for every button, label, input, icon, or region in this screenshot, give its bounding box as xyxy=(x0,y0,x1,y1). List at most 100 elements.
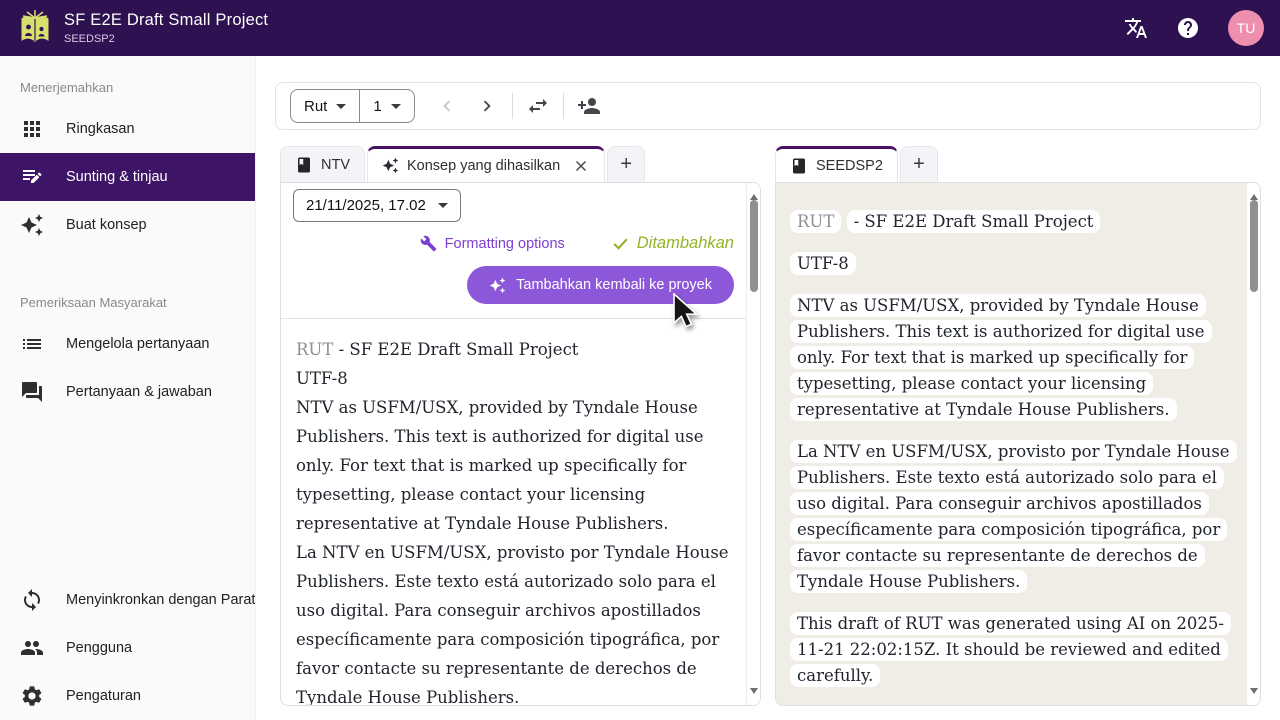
sidebar-item-sync-paratext[interactable]: Menyinkronkan dengan Paratext xyxy=(0,576,255,624)
sidebar-item-questions-answers[interactable]: Pertanyaan & jawaban xyxy=(0,368,255,416)
chevron-left-icon xyxy=(436,95,458,117)
tab-generated-draft[interactable]: Konsep yang dihasilkan xyxy=(367,146,605,182)
book-heading-text: - SF E2E Draft Small Project xyxy=(847,210,1101,233)
plus-icon: + xyxy=(913,153,925,176)
check-icon xyxy=(611,234,630,253)
help-icon[interactable] xyxy=(1176,16,1200,40)
encoding-line[interactable]: UTF-8 xyxy=(296,364,730,393)
tab-project-seedsp2[interactable]: SEEDSP2 xyxy=(775,146,898,182)
book-heading[interactable]: RUT - SF E2E Draft Small Project xyxy=(790,209,1230,235)
wrench-icon xyxy=(420,235,437,252)
ai-note[interactable]: This draft of RUT was generated using AI… xyxy=(790,611,1230,689)
encoding-line[interactable]: UTF-8 xyxy=(790,251,1230,277)
chapter-selector-value: 1 xyxy=(373,98,381,115)
edit-note-icon xyxy=(20,165,44,189)
chevron-down-icon xyxy=(391,104,401,114)
project-panel-body: RUT - SF E2E Draft Small Project UTF-8 N… xyxy=(775,182,1261,706)
sidebar-item-users[interactable]: Pengguna xyxy=(0,624,255,672)
project-shortname: SEEDSP2 xyxy=(64,33,268,45)
plus-icon: + xyxy=(620,153,632,176)
sidebar-item-label: Mengelola pertanyaan xyxy=(66,336,210,352)
tab-label: Konsep yang dihasilkan xyxy=(407,158,560,174)
tab-label: NTV xyxy=(321,157,350,173)
sidebar-footer: Menyinkronkan dengan Paratext Pengguna P… xyxy=(0,576,255,720)
sidebar-item-generate-draft[interactable]: Buat konsep xyxy=(0,201,255,249)
page-title: SF E2E Draft Small Project xyxy=(64,11,268,30)
tab-source-ntv[interactable]: NTV xyxy=(280,146,365,182)
sidebar-item-label: Pertanyaan & jawaban xyxy=(66,384,212,400)
formatting-options-label: Formatting options xyxy=(445,236,565,252)
scrollbar-thumb[interactable] xyxy=(750,200,758,292)
draft-panel-body: 21/11/2025, 17.02 Formatting options Dit… xyxy=(280,182,761,706)
book-heading[interactable]: RUT - SF E2E Draft Small Project xyxy=(296,335,730,364)
book-icon xyxy=(295,156,313,174)
copyright-en[interactable]: NTV as USFM/USX, provided by Tyndale Hou… xyxy=(790,293,1230,423)
book-code: RUT xyxy=(790,210,841,233)
sidebar: Menerjemahkan Ringkasan Sunting & tinjau… xyxy=(0,56,256,720)
tab-label: SEEDSP2 xyxy=(816,158,883,174)
chevron-down-icon xyxy=(438,203,448,213)
book-heading-text: - SF E2E Draft Small Project xyxy=(333,340,578,359)
next-chapter-button[interactable] xyxy=(467,86,507,126)
draft-editor[interactable]: RUT - SF E2E Draft Small Project UTF-8 N… xyxy=(281,319,760,706)
swap-arrows-icon xyxy=(526,94,550,118)
user-avatar[interactable]: TU xyxy=(1228,10,1264,46)
left-tabbar: NTV Konsep yang dihasilkan + xyxy=(280,146,761,182)
project-editor[interactable]: RUT - SF E2E Draft Small Project UTF-8 N… xyxy=(776,183,1260,706)
app-header: SF E2E Draft Small Project SEEDSP2 TU xyxy=(0,0,1280,56)
chat-icon xyxy=(20,380,44,404)
right-tabbar: SEEDSP2 + xyxy=(775,146,1261,182)
sidebar-item-edit-review[interactable]: Sunting & tinjau xyxy=(0,153,255,201)
encoding-text: UTF-8 xyxy=(790,252,856,275)
add-tab-button[interactable]: + xyxy=(900,146,938,182)
scroll-down-arrow[interactable] xyxy=(1250,688,1258,698)
draft-date-value: 21/11/2025, 17.02 xyxy=(306,197,426,214)
sparkle-icon xyxy=(382,157,399,174)
sidebar-section-community-checking: Pemeriksaan Masyarakat xyxy=(0,249,255,320)
sidebar-item-settings[interactable]: Pengaturan xyxy=(0,672,255,720)
copyright-en[interactable]: NTV as USFM/USX, provided by Tyndale Hou… xyxy=(296,393,730,538)
language-icon[interactable] xyxy=(1124,16,1148,40)
add-tab-button[interactable]: + xyxy=(607,146,645,182)
person-add-icon xyxy=(577,94,601,118)
scrollbar-thumb[interactable] xyxy=(1250,200,1258,292)
swap-panes-button[interactable] xyxy=(518,86,558,126)
book-icon xyxy=(790,157,808,175)
grid-icon xyxy=(20,117,44,141)
prev-chapter-button[interactable] xyxy=(427,86,467,126)
copyright-en-text: NTV as USFM/USX, provided by Tyndale Hou… xyxy=(790,294,1212,421)
app-logo-icon xyxy=(16,9,54,47)
sidebar-item-label: Pengguna xyxy=(66,640,132,656)
copyright-es[interactable]: La NTV en USFM/USX, provisto por Tyndale… xyxy=(790,439,1230,595)
draft-panel: NTV Konsep yang dihasilkan + 21/11/2025,… xyxy=(280,146,761,706)
sparkle-icon xyxy=(489,277,506,294)
list-icon xyxy=(20,332,44,356)
chapter-selector[interactable]: 1 xyxy=(359,90,413,122)
book-selector[interactable]: Rut xyxy=(291,90,359,122)
draft-scrollbar[interactable] xyxy=(746,183,760,705)
copyright-es-text: La NTV en USFM/USX, provisto por Tyndale… xyxy=(790,440,1237,593)
copyright-es[interactable]: La NTV en USFM/USX, provisto por Tyndale… xyxy=(296,538,730,706)
sidebar-item-label: Ringkasan xyxy=(66,121,135,137)
sidebar-item-overview[interactable]: Ringkasan xyxy=(0,105,255,153)
scroll-down-arrow[interactable] xyxy=(750,688,758,698)
gear-icon xyxy=(20,684,44,708)
mouse-cursor xyxy=(671,293,705,333)
sync-icon xyxy=(20,588,44,612)
project-panel: SEEDSP2 + RUT - SF E2E Draft Small Proje… xyxy=(775,146,1261,706)
sidebar-item-label: Pengaturan xyxy=(66,688,141,704)
project-scrollbar[interactable] xyxy=(1246,183,1260,705)
add-collaborator-button[interactable] xyxy=(569,86,609,126)
people-icon xyxy=(20,636,44,660)
sidebar-item-manage-questions[interactable]: Mengelola pertanyaan xyxy=(0,320,255,368)
formatting-options-link[interactable]: Formatting options xyxy=(420,235,565,252)
close-icon[interactable] xyxy=(572,157,590,175)
ai-note-text: This draft of RUT was generated using AI… xyxy=(790,612,1231,687)
draft-date-select[interactable]: 21/11/2025, 17.02 xyxy=(293,189,461,222)
scroll-up-arrow[interactable] xyxy=(750,190,758,200)
scroll-up-arrow[interactable] xyxy=(1250,190,1258,200)
toolbar-divider xyxy=(512,93,513,119)
book-selector-value: Rut xyxy=(304,98,327,115)
chapter-toolbar: Rut 1 xyxy=(275,82,1261,130)
format-note[interactable]: Paragraph breaks have positions preserve… xyxy=(790,705,1230,706)
